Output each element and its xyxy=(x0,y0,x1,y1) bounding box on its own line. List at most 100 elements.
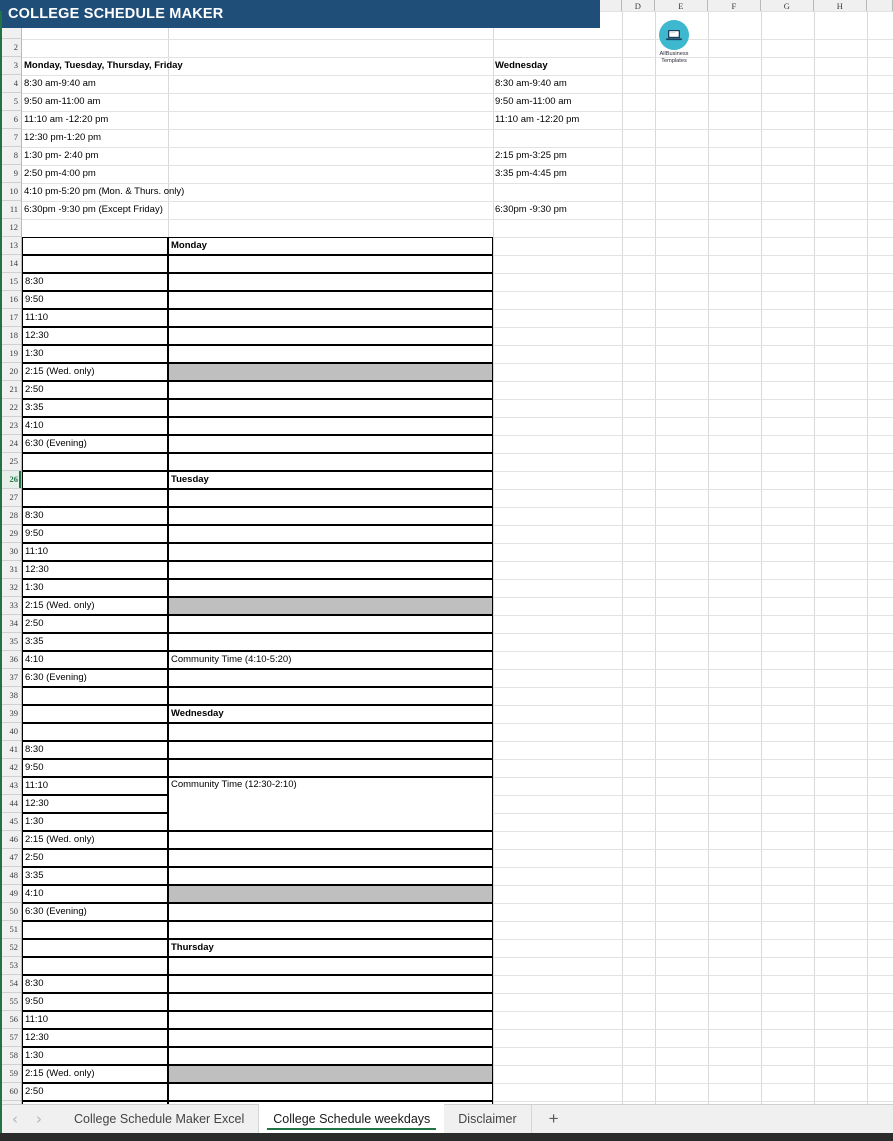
slot-entry-monday-17[interactable] xyxy=(168,309,493,327)
summary-time-weekdays-5[interactable]: 9:50 am-11:00 am xyxy=(22,93,493,111)
row-header-19[interactable]: 19 xyxy=(0,345,21,363)
slot-entry-wednesday-48[interactable] xyxy=(168,867,493,885)
slot-entry-tuesday-29[interactable] xyxy=(168,525,493,543)
row-header-25[interactable]: 25 xyxy=(0,453,21,471)
slot-entry-monday-21[interactable] xyxy=(168,381,493,399)
slot-time-wednesday-51[interactable] xyxy=(22,921,168,939)
row-header-8[interactable]: 8 xyxy=(0,147,21,165)
slot-entry-monday-23[interactable] xyxy=(168,417,493,435)
summary-time-weekdays-7[interactable]: 12:30 pm-1:20 pm xyxy=(22,129,493,147)
slot-time-monday-22[interactable]: 3:35 xyxy=(22,399,168,417)
row-header-27[interactable]: 27 xyxy=(0,489,21,507)
row-header-column[interactable]: 1234567891011121314151617181920212223242… xyxy=(0,11,22,1104)
slot-time-monday-24[interactable]: 6:30 (Evening) xyxy=(22,435,168,453)
slot-entry-tuesday-36[interactable]: Community Time (4:10-5:20) xyxy=(168,651,493,669)
slot-time-wednesday-43[interactable]: 11:10 xyxy=(22,777,168,795)
slot-entry-tuesday-33[interactable] xyxy=(168,597,493,615)
column-header-e[interactable]: E xyxy=(655,0,708,11)
slot-time-monday-20[interactable]: 2:15 (Wed. only) xyxy=(22,363,168,381)
row-header-48[interactable]: 48 xyxy=(0,867,21,885)
slot-time-tuesday-36[interactable]: 4:10 xyxy=(22,651,168,669)
slot-entry-tuesday-34[interactable] xyxy=(168,615,493,633)
slot-entry-tuesday-30[interactable] xyxy=(168,543,493,561)
row-header-43[interactable]: 43 xyxy=(0,777,21,795)
summary-header-wednesday[interactable]: Wednesday xyxy=(493,57,622,75)
day-block-title-monday[interactable]: Monday xyxy=(168,237,493,255)
slot-entry-wednesday-40[interactable] xyxy=(168,723,493,741)
row-header-54[interactable]: 54 xyxy=(0,975,21,993)
slot-time-monday-23[interactable]: 4:10 xyxy=(22,417,168,435)
add-sheet-button[interactable]: + xyxy=(532,1105,576,1133)
row-header-30[interactable]: 30 xyxy=(0,543,21,561)
slot-time-tuesday-29[interactable]: 9:50 xyxy=(22,525,168,543)
column-header-f[interactable]: F xyxy=(708,0,761,11)
slot-entry-wednesday-43[interactable]: Community Time (12:30-2:10) xyxy=(168,777,493,831)
row-header-57[interactable]: 57 xyxy=(0,1029,21,1047)
slot-time-thursday-57[interactable]: 12:30 xyxy=(22,1029,168,1047)
slot-entry-wednesday-50[interactable] xyxy=(168,903,493,921)
slot-time-monday-19[interactable]: 1:30 xyxy=(22,345,168,363)
row-header-37[interactable]: 37 xyxy=(0,669,21,687)
row-header-21[interactable]: 21 xyxy=(0,381,21,399)
slot-time-wednesday-49[interactable]: 4:10 xyxy=(22,885,168,903)
slot-entry-wednesday-49[interactable] xyxy=(168,885,493,903)
slot-entry-monday-22[interactable] xyxy=(168,399,493,417)
slot-time-wednesday-42[interactable]: 9:50 xyxy=(22,759,168,777)
row-header-47[interactable]: 47 xyxy=(0,849,21,867)
slot-entry-monday-20[interactable] xyxy=(168,363,493,381)
sheet-tab-college-schedule-weekdays[interactable]: College Schedule weekdays xyxy=(259,1105,445,1133)
row-header-49[interactable]: 49 xyxy=(0,885,21,903)
slot-time-wednesday-46[interactable]: 2:15 (Wed. only) xyxy=(22,831,168,849)
summary-time-wednesday-9[interactable]: 3:35 pm-4:45 pm xyxy=(493,165,622,183)
row-header-46[interactable]: 46 xyxy=(0,831,21,849)
row-header-56[interactable]: 56 xyxy=(0,1011,21,1029)
row-header-45[interactable]: 45 xyxy=(0,813,21,831)
row-header-38[interactable]: 38 xyxy=(0,687,21,705)
next-sheet-icon[interactable]: › xyxy=(36,1111,42,1127)
row-header-28[interactable]: 28 xyxy=(0,507,21,525)
summary-time-wednesday-4[interactable]: 8:30 am-9:40 am xyxy=(493,75,622,93)
slot-entry-tuesday-27[interactable] xyxy=(168,489,493,507)
day-block-title-wednesday[interactable]: Wednesday xyxy=(168,705,493,723)
summary-time-wednesday-5[interactable]: 9:50 am-11:00 am xyxy=(493,93,622,111)
row-header-7[interactable]: 7 xyxy=(0,129,21,147)
slot-time-monday-25[interactable] xyxy=(22,453,168,471)
row-header-26[interactable]: 26 xyxy=(0,471,21,489)
slot-entry-wednesday-42[interactable] xyxy=(168,759,493,777)
slot-time-tuesday-31[interactable]: 12:30 xyxy=(22,561,168,579)
row-header-34[interactable]: 34 xyxy=(0,615,21,633)
slot-entry-thursday-57[interactable] xyxy=(168,1029,493,1047)
slot-entry-monday-15[interactable] xyxy=(168,273,493,291)
summary-time-weekdays-9[interactable]: 2:50 pm-4:00 pm xyxy=(22,165,493,183)
summary-time-weekdays-10[interactable]: 4:10 pm-5:20 pm (Mon. & Thurs. only) xyxy=(22,183,493,201)
slot-time-monday-17[interactable]: 11:10 xyxy=(22,309,168,327)
row-header-60[interactable]: 60 xyxy=(0,1083,21,1101)
row-header-39[interactable]: 39 xyxy=(0,705,21,723)
row-header-42[interactable]: 42 xyxy=(0,759,21,777)
slot-entry-tuesday-32[interactable] xyxy=(168,579,493,597)
row-header-12[interactable]: 12 xyxy=(0,219,21,237)
grid-body[interactable]: 1234567891011121314151617181920212223242… xyxy=(0,11,893,1104)
slot-entry-thursday-53[interactable] xyxy=(168,957,493,975)
slot-entry-wednesday-47[interactable] xyxy=(168,849,493,867)
slot-time-monday-21[interactable]: 2:50 xyxy=(22,381,168,399)
slot-time-wednesday-45[interactable]: 1:30 xyxy=(22,813,168,831)
summary-time-wednesday-11[interactable]: 6:30pm -9:30 pm xyxy=(493,201,622,219)
slot-entry-wednesday-46[interactable] xyxy=(168,831,493,849)
row-header-20[interactable]: 20 xyxy=(0,363,21,381)
column-header-g[interactable]: G xyxy=(761,0,814,11)
day-block-title-thursday[interactable]: Thursday xyxy=(168,939,493,957)
slot-time-thursday-53[interactable] xyxy=(22,957,168,975)
summary-time-weekdays-6[interactable]: 11:10 am -12:20 pm xyxy=(22,111,493,129)
column-header-h[interactable]: H xyxy=(814,0,867,11)
slot-time-wednesday-40[interactable] xyxy=(22,723,168,741)
row-header-40[interactable]: 40 xyxy=(0,723,21,741)
row-header-35[interactable]: 35 xyxy=(0,633,21,651)
slot-entry-thursday-56[interactable] xyxy=(168,1011,493,1029)
previous-sheet-icon[interactable]: ‹ xyxy=(12,1111,18,1127)
column-header-d[interactable]: D xyxy=(622,0,655,11)
slot-time-wednesday-41[interactable]: 8:30 xyxy=(22,741,168,759)
slot-time-wednesday-47[interactable]: 2:50 xyxy=(22,849,168,867)
summary-time-weekdays-11[interactable]: 6:30pm -9:30 pm (Except Friday) xyxy=(22,201,493,219)
slot-entry-wednesday-51[interactable] xyxy=(168,921,493,939)
